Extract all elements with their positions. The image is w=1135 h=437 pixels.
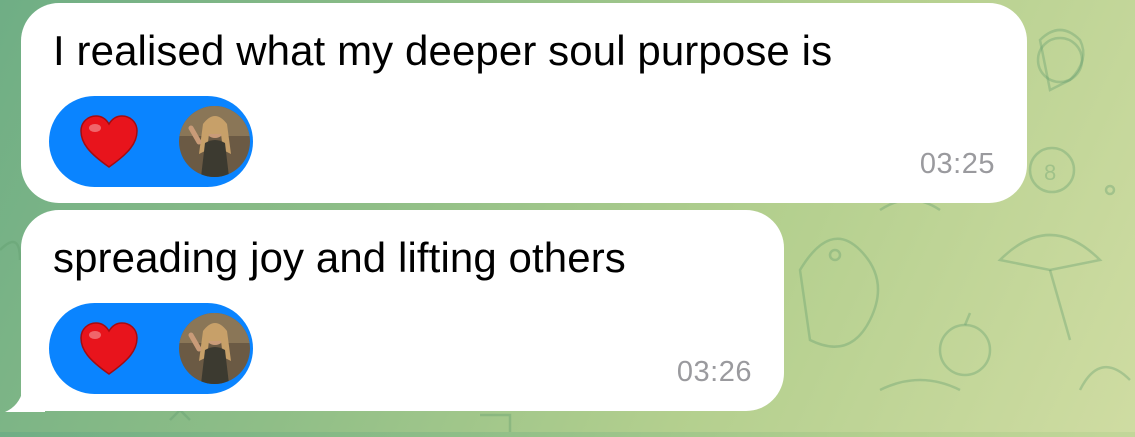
heart-icon — [80, 115, 138, 168]
message-text: I realised what my deeper soul purpose i… — [53, 27, 833, 74]
user-avatar[interactable] — [179, 313, 250, 384]
message-text: spreading joy and lifting others — [53, 234, 626, 281]
user-avatar[interactable] — [179, 106, 250, 177]
heart-icon — [80, 322, 138, 375]
message-timestamp: 03:26 — [676, 356, 752, 388]
reaction-pill[interactable] — [49, 303, 253, 394]
message-bubble[interactable]: spreading joy and lifting others 03:26 — [21, 210, 784, 411]
svg-text:8: 8 — [1044, 160, 1056, 185]
message-bubble[interactable]: I realised what my deeper soul purpose i… — [21, 3, 1027, 203]
reaction-pill[interactable] — [49, 96, 253, 187]
message-timestamp: 03:25 — [919, 148, 995, 180]
